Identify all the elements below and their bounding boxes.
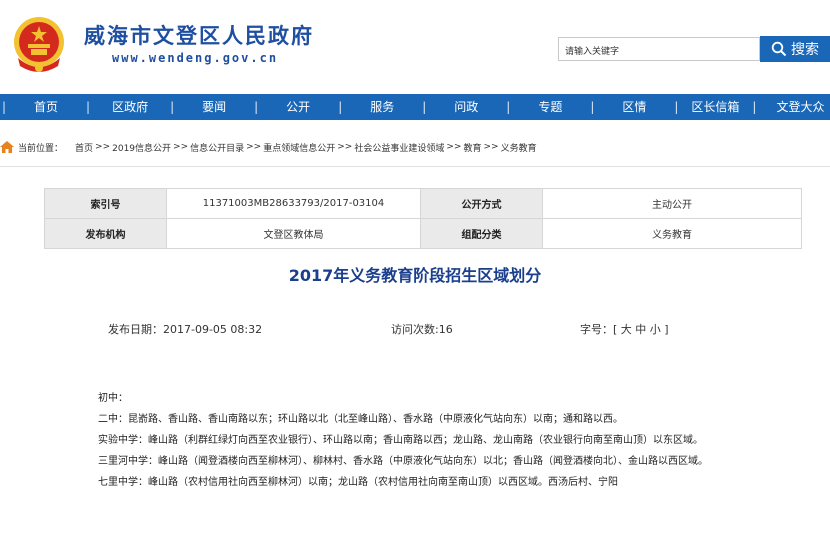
nav-separator: | xyxy=(752,100,757,114)
breadcrumb-separator: >> xyxy=(483,142,499,152)
content-divider xyxy=(0,166,830,167)
nav-separator: | xyxy=(422,100,427,114)
nav-separator: | xyxy=(170,100,175,114)
breadcrumb-separator: >> xyxy=(246,142,262,152)
breadcrumb-separator: >> xyxy=(173,142,189,152)
breadcrumb-home[interactable]: 首页 xyxy=(75,141,93,154)
article-paragraph: 二中：昆嵛路、香山路、香山南路以东；环山路以北（北至峰山路）、香水路（中原液化气… xyxy=(98,414,623,425)
nav-separator: | xyxy=(590,100,595,114)
main-nav: | 首页 | 区政府 | 要闻 | 公开 | 服务 | 问政 | 专题 | 区情… xyxy=(0,94,830,120)
font-size-selector[interactable]: 字号：[ 大 中 小 ] xyxy=(580,321,669,337)
nav-item-mayor-mailbox[interactable]: 区长信箱 xyxy=(678,94,752,120)
national-emblem-icon xyxy=(14,17,64,72)
article-paragraph: 三里河中学：峰山路（闻登酒楼向西至柳林河）、柳林村、香水路（中原液化气站向东）以… xyxy=(98,456,708,467)
index-number-value: 11371003MB28633793/2017-03104 xyxy=(166,188,421,219)
article-paragraph: 初中： xyxy=(98,393,128,404)
breadcrumb-public-welfare[interactable]: 社会公益事业建设领域 xyxy=(354,141,444,154)
search-button-label: 搜索 xyxy=(791,42,819,58)
article-body: 初中： 二中：昆嵛路、香山路、香山南路以东；环山路以北（北至峰山路）、香水路（中… xyxy=(78,388,778,493)
nav-item-district-info[interactable]: 区情 xyxy=(594,94,674,120)
site-header: 威海市文登区人民政府 www.wendeng.gov.cn 请输入关键字 搜索 xyxy=(0,0,830,92)
site-url: www.wendeng.gov.cn xyxy=(112,51,279,65)
publisher-value: 文登区教体局 xyxy=(166,218,421,249)
article-paragraph: 实验中学：峰山路（利群红绿灯向西至农业银行）、环山路以南；香山南路以西；龙山路、… xyxy=(98,435,703,446)
index-number-label: 索引号 xyxy=(44,188,167,219)
breadcrumb-label: 当前位置： xyxy=(18,143,64,154)
nav-separator: | xyxy=(86,100,91,114)
nav-separator: | xyxy=(674,100,679,114)
nav-item-wendeng-public[interactable]: 文登大众 xyxy=(756,94,824,120)
article-title: 2017年义务教育阶段招生区域划分 xyxy=(288,266,542,285)
nav-item-district-government[interactable]: 区政府 xyxy=(90,94,170,120)
category-label: 组配分类 xyxy=(420,218,543,249)
nav-item-home[interactable]: 首页 xyxy=(6,94,86,120)
disclosure-method-label: 公开方式 xyxy=(420,188,543,219)
breadcrumb-disclosure-catalog[interactable]: 信息公开目录 xyxy=(190,141,244,154)
table-row: 发布机构 文登区教体局 组配分类 义务教育 xyxy=(44,218,802,249)
breadcrumb-key-areas[interactable]: 重点领域信息公开 xyxy=(263,141,335,154)
table-row: 索引号 11371003MB28633793/2017-03104 公开方式 主… xyxy=(44,188,802,219)
nav-item-news[interactable]: 要闻 xyxy=(174,94,254,120)
breadcrumb-separator: >> xyxy=(446,142,462,152)
publisher-label: 发布机构 xyxy=(44,218,167,249)
category-value: 义务教育 xyxy=(542,218,802,249)
nav-item-inquiry[interactable]: 问政 xyxy=(426,94,506,120)
breadcrumb-separator: >> xyxy=(337,142,353,152)
nav-separator: | xyxy=(2,100,7,114)
article-paragraph: 七里中学：峰山路（农村信用社向西至柳林河）以南；龙山路（农村信用社向南至南山顶）… xyxy=(98,477,618,488)
breadcrumb-education[interactable]: 教育 xyxy=(463,141,481,154)
visit-count: 访问次数:16 xyxy=(391,323,453,336)
search-icon xyxy=(771,41,787,57)
nav-separator: | xyxy=(254,100,259,114)
nav-separator: | xyxy=(506,100,511,114)
nav-separator: | xyxy=(338,100,343,114)
breadcrumb-separator: >> xyxy=(95,142,111,152)
document-meta-table: 索引号 11371003MB28633793/2017-03104 公开方式 主… xyxy=(44,188,802,249)
nav-item-disclosure[interactable]: 公开 xyxy=(258,94,338,120)
home-icon xyxy=(0,141,14,153)
site-title: 威海市文登区人民政府 xyxy=(84,23,314,48)
breadcrumb-compulsory-education[interactable]: 义务教育 xyxy=(501,141,537,154)
disclosure-method-value: 主动公开 xyxy=(542,188,802,219)
breadcrumb: 当前位置： 首页 >> 2019信息公开 >> 信息公开目录 >> 重点领域信息… xyxy=(0,139,537,155)
search-button[interactable]: 搜索 xyxy=(760,36,830,62)
search-input[interactable]: 请输入关键字 xyxy=(558,37,760,61)
nav-item-services[interactable]: 服务 xyxy=(342,94,422,120)
breadcrumb-2019-disclosure[interactable]: 2019信息公开 xyxy=(112,141,171,154)
publish-date: 发布日期：2017-09-05 08:32 xyxy=(108,323,263,336)
nav-item-topics[interactable]: 专题 xyxy=(510,94,590,120)
